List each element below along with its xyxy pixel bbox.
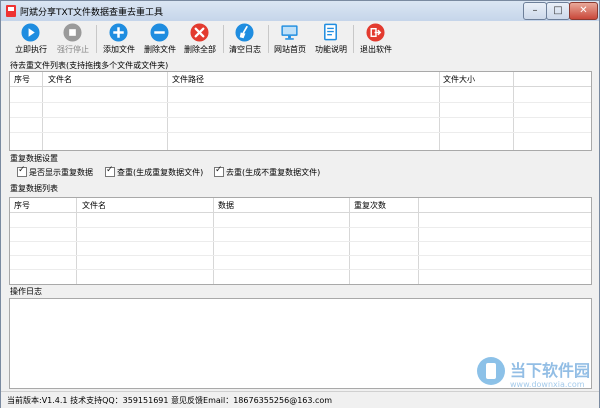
row-divider: [10, 269, 591, 270]
clear-log-button[interactable]: 清空日志: [223, 22, 267, 56]
checkbox-label: 是否显示重复数据: [29, 168, 93, 177]
check-icon[interactable]: [105, 165, 115, 177]
watermark-text: 当下软件园: [510, 361, 591, 380]
column-header[interactable]: 文件大小: [443, 74, 475, 85]
duplicate-list-label: 重复数据列表: [10, 184, 58, 193]
column-divider: [513, 72, 514, 150]
clear-log-label: 清空日志: [229, 45, 261, 54]
column-header[interactable]: 数据: [218, 200, 234, 211]
check-icon[interactable]: [17, 165, 27, 177]
delete-all-label: 删除全部: [184, 45, 216, 54]
delete-all-button[interactable]: 删除全部: [178, 22, 222, 56]
checkbox-label: 去重(生成不重复数据文件): [226, 168, 321, 177]
file-list-table[interactable]: 序号 文件名 文件路径 文件大小: [9, 71, 592, 151]
toolbar: 立即执行 强行停止 添加文件 删除文件 删除全部 清空日志 网站首页 功能说明 …: [1, 21, 599, 57]
status-bar: 当前版本:V1.4.1 技术支持QQ：359151691 意见反馈Email：1…: [1, 391, 599, 408]
stop-button[interactable]: 强行停止: [51, 22, 95, 56]
monitor-icon: [281, 25, 298, 40]
run-button[interactable]: 立即执行: [9, 22, 53, 56]
column-header[interactable]: 文件名: [48, 74, 72, 85]
website-home-button[interactable]: 网站首页: [268, 22, 312, 56]
plus-icon: [109, 23, 128, 42]
help-label: 功能说明: [315, 45, 347, 54]
exit-icon: [366, 23, 385, 42]
table-header: 序号 文件名 文件路径 文件大小: [10, 72, 591, 87]
check-icon[interactable]: [214, 165, 224, 177]
duplicate-list-table[interactable]: 序号 文件名 数据 重复次数: [9, 197, 592, 285]
run-label: 立即执行: [15, 45, 47, 54]
exit-label: 退出软件: [360, 45, 392, 54]
row-divider: [10, 132, 591, 133]
checkbox-label: 查重(生成重复数据文件): [117, 168, 204, 177]
delete-file-button[interactable]: 删除文件: [138, 22, 182, 56]
row-divider: [10, 227, 591, 228]
app-icon: [6, 5, 16, 17]
window-title: 阿斌分享TXT文件数据查重去重工具: [20, 8, 164, 18]
stop-icon: [63, 23, 82, 42]
table-header: 序号 文件名 数据 重复次数: [10, 198, 591, 213]
column-header[interactable]: 文件名: [82, 200, 106, 211]
row-divider: [10, 255, 591, 256]
column-header[interactable]: 文件路径: [172, 74, 204, 85]
website-home-label: 网站首页: [274, 45, 306, 54]
maximize-button[interactable]: □: [546, 2, 570, 20]
column-divider: [42, 72, 43, 150]
watermark-url: www.downxia.com: [510, 380, 585, 389]
close-circle-icon: [190, 23, 209, 42]
help-button[interactable]: 功能说明: [309, 22, 353, 56]
minus-icon: [150, 23, 169, 42]
column-header[interactable]: 序号: [14, 74, 30, 85]
broom-icon: [235, 23, 254, 42]
exit-button[interactable]: 退出软件: [354, 22, 398, 56]
close-button[interactable]: ✕: [569, 2, 598, 20]
row-divider: [10, 117, 591, 118]
column-divider: [167, 72, 168, 150]
stop-label: 强行停止: [57, 45, 89, 54]
column-divider: [439, 72, 440, 150]
column-header[interactable]: 序号: [14, 200, 30, 211]
row-divider: [10, 241, 591, 242]
play-icon: [21, 23, 40, 42]
file-list-label: 待去重文件列表(支持拖拽多个文件或文件夹): [10, 61, 169, 70]
row-divider: [10, 102, 591, 103]
settings-label: 重复数据设置: [10, 154, 58, 163]
watermark-logo-icon: [477, 357, 505, 385]
document-icon: [324, 23, 337, 41]
add-file-button[interactable]: 添加文件: [97, 22, 141, 56]
log-label: 操作日志: [10, 287, 42, 296]
status-text: 当前版本:V1.4.1 技术支持QQ：359151691 意见反馈Email：1…: [7, 396, 333, 405]
add-file-label: 添加文件: [103, 45, 135, 54]
column-header[interactable]: 重复次数: [354, 200, 386, 211]
delete-file-label: 删除文件: [144, 45, 176, 54]
title-bar: 阿斌分享TXT文件数据查重去重工具 – □ ✕: [1, 1, 599, 21]
minimize-button[interactable]: –: [523, 2, 547, 20]
app-window: 阿斌分享TXT文件数据查重去重工具 – □ ✕ 立即执行 强行停止 添加文件 删…: [0, 0, 600, 408]
